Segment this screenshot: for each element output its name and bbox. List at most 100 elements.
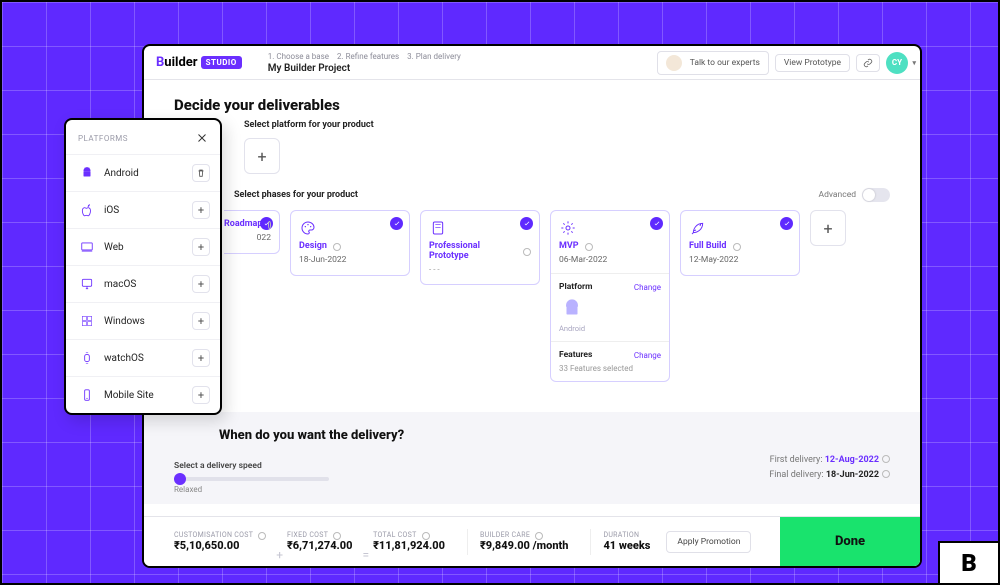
phase-date: 18-Jun-2022: [299, 255, 401, 265]
cost-value: ₹6,71,274.00: [287, 539, 353, 552]
brand-badge: B: [938, 541, 998, 583]
toggle-icon: [862, 188, 890, 202]
platforms-popover: PLATFORMS Android iOS + Web + macOS + Wi…: [64, 118, 222, 415]
phase-card-prototype[interactable]: Professional Prototype ---: [420, 210, 540, 285]
delivery-section: When do you want the delivery? Select a …: [144, 412, 920, 504]
platform-name: Windows: [104, 316, 192, 327]
plus-icon: +: [276, 548, 283, 566]
slider-knob[interactable]: [174, 473, 186, 485]
equals-icon: =: [363, 548, 370, 566]
cost-label: DURATION: [603, 531, 650, 539]
check-icon: [520, 217, 533, 230]
android-icon: [559, 296, 585, 322]
step-1[interactable]: 1. Choose a base: [268, 52, 329, 61]
app-window: Builder STUDIO 1. Choose a base 2. Refin…: [142, 44, 922, 568]
speed-slider[interactable]: [174, 477, 329, 481]
platform-name: Mobile Site: [104, 390, 192, 401]
done-button[interactable]: Done: [780, 517, 920, 566]
phase-card-roadmap[interactable]: Roadmap 022: [224, 210, 280, 254]
first-delivery-label: First delivery:: [770, 455, 823, 465]
info-icon[interactable]: [333, 243, 341, 251]
logo-badge: STUDIO: [201, 56, 242, 69]
add-platform-button[interactable]: +: [244, 138, 280, 174]
phase-date: 022: [224, 233, 271, 243]
content: Decide your deliverables Select platform…: [144, 80, 920, 516]
phase-date: 06-Mar-2022: [559, 255, 661, 265]
platform-item-watchos[interactable]: watchOS +: [66, 339, 220, 376]
delivery-dates: First delivery: 12-Aug-2022 Final delive…: [769, 454, 890, 480]
phase-card-design[interactable]: Design 18-Jun-2022: [290, 210, 410, 276]
info-icon[interactable]: [268, 221, 271, 229]
phases-subtitle: Select phases for your product: [234, 190, 358, 200]
advanced-toggle[interactable]: Advanced: [819, 188, 890, 202]
cost-label: FIXED COST: [287, 531, 328, 539]
cost-value: 41 weeks: [603, 539, 650, 552]
add-platform-button[interactable]: +: [192, 238, 210, 256]
mobile-icon: [78, 388, 96, 402]
platform-item-ios[interactable]: iOS +: [66, 191, 220, 228]
platform-name: macOS: [104, 279, 192, 290]
phase-title: Roadmap: [224, 219, 262, 229]
apply-promotion-button[interactable]: Apply Promotion: [666, 531, 751, 553]
check-icon: [260, 217, 273, 230]
view-prototype-button[interactable]: View Prototype: [775, 54, 850, 72]
add-platform-button[interactable]: +: [192, 349, 210, 367]
step-3[interactable]: 3. Plan delivery: [407, 52, 461, 61]
features-label: Features: [559, 350, 592, 360]
platform-label: Platform: [559, 282, 592, 292]
trash-icon: [196, 168, 206, 178]
android-icon: [78, 166, 96, 180]
platform-item-web[interactable]: Web +: [66, 228, 220, 265]
link-icon: [863, 58, 873, 68]
prototype-icon: [429, 219, 447, 237]
platform-name: Android: [104, 168, 192, 179]
platform-item-windows[interactable]: Windows +: [66, 302, 220, 339]
phase-title: MVP: [559, 241, 579, 251]
info-icon[interactable]: [733, 243, 741, 251]
windows-icon: [78, 314, 96, 328]
platform-item-android[interactable]: Android: [66, 154, 220, 191]
cost-value: ₹9,849.00 /month: [480, 539, 569, 552]
platform-item-mobile-site[interactable]: Mobile Site +: [66, 376, 220, 413]
web-icon: [78, 240, 96, 254]
speed-value: Relaxed: [174, 485, 404, 494]
info-icon[interactable]: [882, 470, 890, 478]
cost-label: TOTAL COST: [373, 531, 417, 539]
total-cost: TOTAL COST ₹11,81,924.00: [373, 531, 445, 552]
close-button[interactable]: [194, 130, 210, 146]
info-icon[interactable]: [585, 243, 593, 251]
phase-card-mvp[interactable]: MVP 06-Mar-2022 Platform Change Android: [550, 210, 670, 382]
expert-avatar-icon: [666, 55, 682, 71]
info-icon[interactable]: [422, 532, 430, 540]
info-icon[interactable]: [882, 455, 890, 463]
phase-title: Full Build: [689, 241, 727, 251]
logo[interactable]: Builder STUDIO: [156, 55, 242, 70]
add-platform-button[interactable]: +: [192, 386, 210, 404]
add-platform-button[interactable]: +: [192, 201, 210, 219]
phase-card-full-build[interactable]: Full Build 12-May-2022: [680, 210, 800, 276]
cost-value: ₹11,81,924.00: [373, 539, 445, 552]
duration: DURATION 41 weeks: [603, 531, 650, 552]
platform-item-macos[interactable]: macOS +: [66, 265, 220, 302]
add-platform-button[interactable]: +: [192, 312, 210, 330]
close-icon: [196, 132, 208, 144]
platform-name: Web: [104, 242, 192, 253]
add-platform-button[interactable]: +: [192, 275, 210, 293]
cost-label: CUSTOMISATION COST: [174, 531, 253, 539]
share-button[interactable]: [856, 54, 880, 72]
macos-icon: [78, 277, 96, 291]
remove-platform-button[interactable]: [192, 164, 210, 182]
change-features-link[interactable]: Change: [634, 351, 661, 360]
add-phase-button[interactable]: +: [810, 210, 846, 246]
change-platform-link[interactable]: Change: [634, 283, 661, 292]
check-icon: [390, 217, 403, 230]
platform-name: Android: [559, 324, 661, 333]
avatar-initials: CY: [892, 58, 902, 67]
advanced-label: Advanced: [819, 190, 856, 200]
page-title: Decide your deliverables: [174, 96, 890, 114]
info-icon[interactable]: [523, 248, 531, 256]
step-2[interactable]: 2. Refine features: [337, 52, 399, 61]
phase-row: Roadmap 022 Design 18-Jun-2022 Professio…: [224, 210, 890, 382]
talk-to-experts-button[interactable]: Talk to our experts: [657, 51, 769, 75]
user-avatar[interactable]: CY ▾: [886, 52, 908, 74]
